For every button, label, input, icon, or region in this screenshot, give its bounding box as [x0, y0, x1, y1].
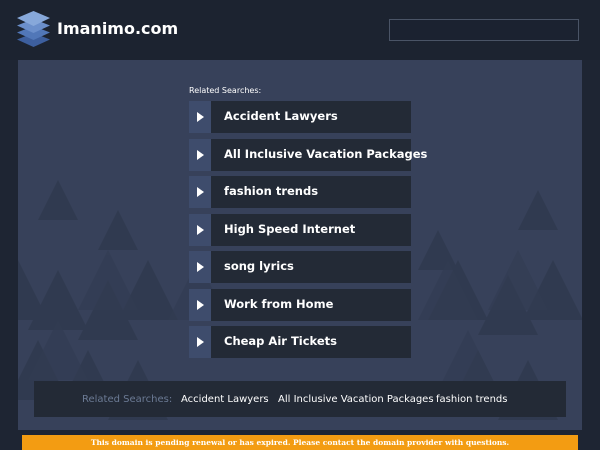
play-arrow-icon	[197, 112, 204, 122]
bottom-link-fashion-trends[interactable]: fashion trends	[436, 394, 507, 405]
related-link-label: Accident Lawyers	[224, 109, 338, 123]
bottom-related-bar: Related Searches: Accident Lawyers All I…	[34, 381, 566, 417]
related-link-label: High Speed Internet	[224, 221, 356, 236]
related-link-accident-lawyers[interactable]: Accident Lawyers	[189, 101, 411, 133]
stacked-layers-icon[interactable]	[17, 11, 50, 47]
related-link-song-lyrics[interactable]: song lyrics	[189, 251, 411, 283]
related-link-vacation-packages[interactable]: All Inclusive Vacation Packages	[189, 138, 427, 171]
related-link-label: Cheap Air Tickets	[224, 334, 338, 348]
related-link-fashion-trends[interactable]: fashion trends	[189, 176, 411, 208]
related-link-work-from-home[interactable]: Work from Home	[189, 288, 411, 321]
notice-text: This domain is pending renewal or has ex…	[90, 438, 510, 447]
related-link-label: fashion trends	[224, 184, 319, 198]
related-link-label: Work from Home	[224, 296, 334, 311]
related-searches-label: Related Searches:	[189, 86, 262, 95]
play-arrow-icon	[197, 187, 204, 197]
bottom-link-vacation-packages[interactable]: All Inclusive Vacation Packages	[278, 394, 434, 405]
bottom-link-accident-lawyers[interactable]: Accident Lawyers	[181, 394, 269, 405]
header: Imanimo.com	[0, 0, 600, 60]
play-arrow-icon	[197, 224, 204, 235]
site-title[interactable]: Imanimo.com	[57, 19, 178, 38]
play-arrow-icon	[197, 149, 204, 160]
related-link-label: All Inclusive Vacation Packages	[224, 146, 428, 161]
related-link-high-speed-internet[interactable]: High Speed Internet	[189, 213, 411, 246]
related-link-label: song lyrics	[224, 259, 294, 273]
play-arrow-icon	[197, 299, 204, 310]
play-arrow-icon	[197, 262, 204, 272]
search-input[interactable]	[389, 19, 579, 41]
bottom-related-label: Related Searches:	[82, 394, 173, 405]
related-link-cheap-air-tickets[interactable]: Cheap Air Tickets	[189, 326, 411, 358]
domain-expired-notice: This domain is pending renewal or has ex…	[22, 435, 578, 450]
main-panel: Related Searches: Accident Lawyers All I…	[18, 60, 582, 430]
play-arrow-icon	[197, 337, 204, 347]
